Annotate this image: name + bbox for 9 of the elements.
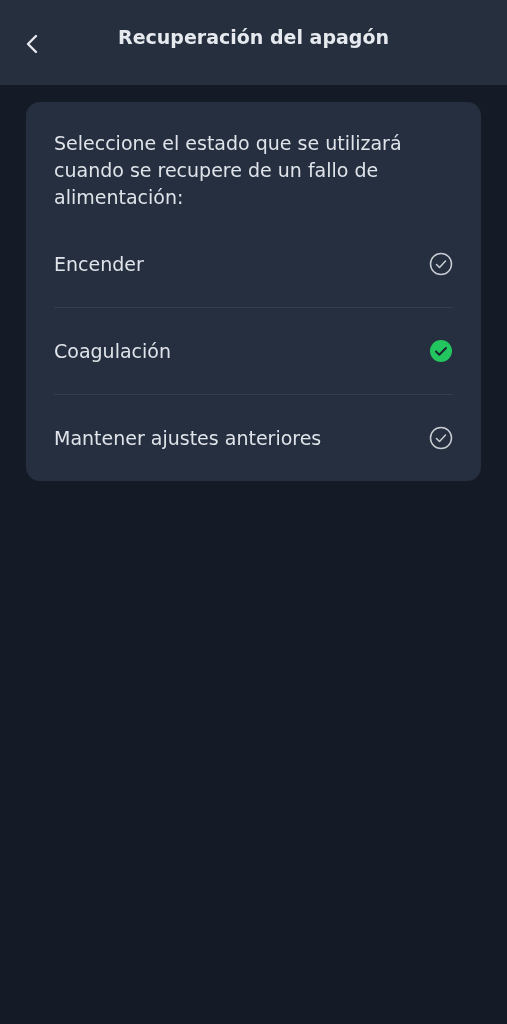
option-row[interactable]: Coagulación: [54, 308, 453, 395]
option-row[interactable]: Encender: [54, 221, 453, 308]
option-label: Mantener ajustes anteriores: [54, 427, 322, 449]
option-label: Encender: [54, 253, 144, 275]
description-text: Seleccione el estado que se utilizará cuando se recupere de un fallo de alimentación:: [54, 131, 403, 210]
back-icon: [25, 33, 39, 55]
option-label: Coagulación: [54, 340, 171, 362]
option-row[interactable]: Mantener ajustes anteriores: [54, 395, 453, 481]
screen-title: Recuperación del apagón: [118, 25, 389, 50]
